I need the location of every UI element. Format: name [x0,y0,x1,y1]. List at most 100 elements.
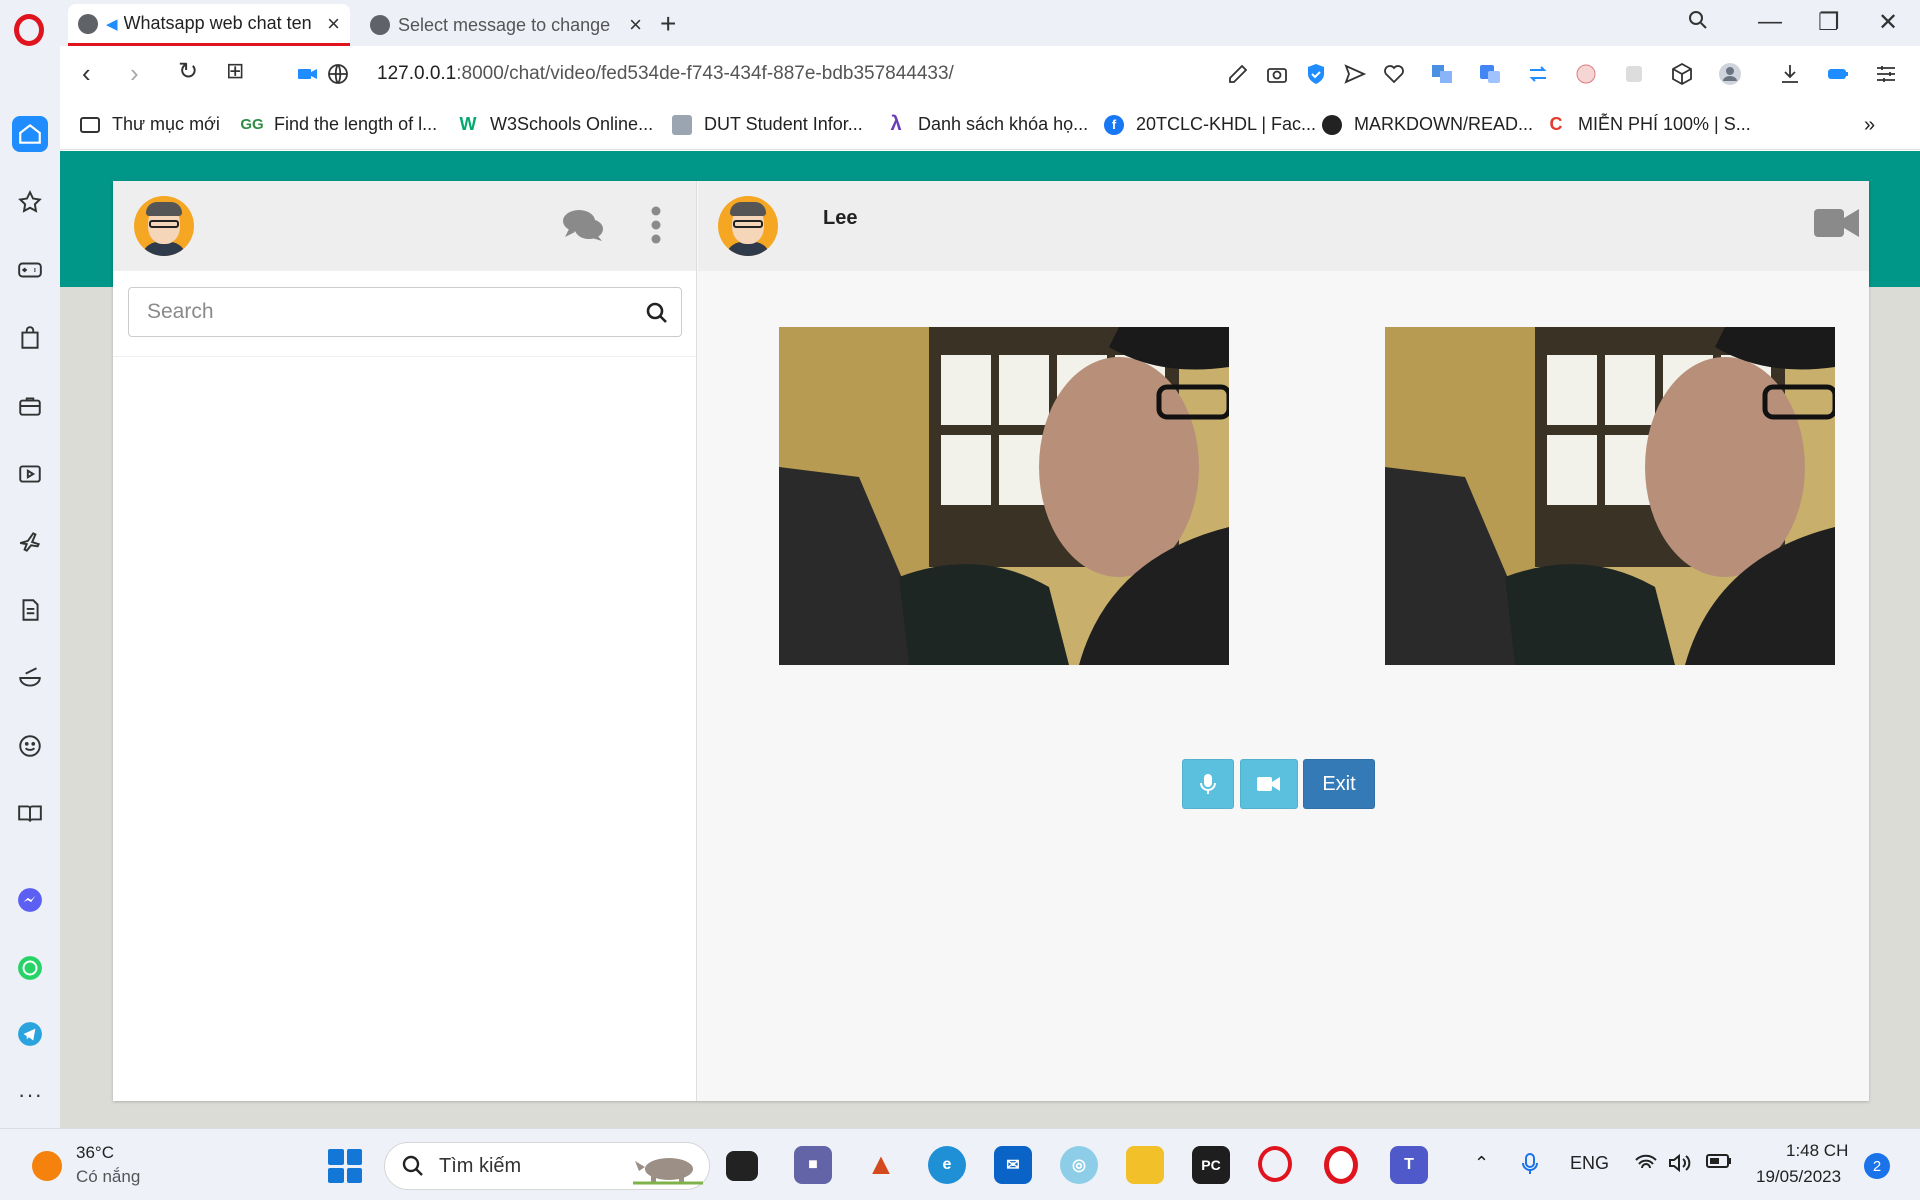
search-tabs-icon[interactable] [1686,8,1710,39]
forward-icon[interactable]: › [130,60,139,86]
url-field[interactable]: 127.0.0.1:8000/chat/video/fed534de-f743-… [377,63,954,85]
meet-icon[interactable]: ■ [794,1146,832,1184]
heart-icon[interactable] [1382,62,1406,86]
search-icon[interactable] [645,301,669,325]
back-icon[interactable]: ‹ [82,60,91,86]
clock-time[interactable]: 1:48 CH [1786,1141,1848,1161]
close-tab-icon[interactable]: × [629,12,642,38]
user-avatar[interactable] [134,196,194,256]
search-input[interactable] [147,300,627,324]
mic-tray-icon[interactable] [1522,1153,1538,1180]
google-translate-icon[interactable] [1478,62,1502,86]
extension-grey-icon[interactable] [1622,62,1646,86]
star-icon[interactable] [12,184,48,220]
shopping-bag-icon[interactable] [12,320,48,356]
contact-avatar[interactable] [718,196,778,256]
pycharm-icon[interactable]: PC [1192,1146,1230,1184]
close-tab-icon[interactable]: × [327,11,340,37]
bookmark-c[interactable]: C MIỄN PHÍ 100% | S... [1546,114,1751,135]
microphone-icon [1200,774,1216,794]
smiley-icon[interactable] [12,728,48,764]
home-icon[interactable] [12,116,48,152]
start-icon[interactable] [328,1149,362,1183]
search-icon [402,1155,423,1176]
taskbar-search-label: Tìm kiếm [439,1155,522,1177]
bookmark-facebook[interactable]: f 20TCLC-KHDL | Fac... [1104,114,1316,135]
snapshot-icon[interactable] [1265,62,1289,86]
chat-header: Lee [698,181,1869,271]
site-info-icon[interactable] [326,62,350,86]
camera-in-use-icon[interactable] [296,62,320,86]
minimize-icon[interactable]: — [1758,8,1782,36]
bookmark-course[interactable]: λ Danh sách khóa họ... [886,113,1088,135]
whatsapp-icon[interactable] [12,950,48,986]
matlab-icon[interactable]: ▲ [862,1146,900,1184]
bookmark-w3schools[interactable]: W W3Schools Online... [458,114,654,135]
tab-whatsapp[interactable]: ◀ Whatsapp web chat ten × [68,4,350,46]
battery-icon[interactable] [1706,1153,1732,1174]
edit-icon[interactable] [1226,62,1250,86]
bookmark-label: Find the length of l... [274,114,438,134]
bookmark-dut[interactable]: DUT Student Infor... [672,114,863,135]
reload-icon[interactable]: ↻ [178,60,198,84]
teams-icon[interactable]: T [1390,1146,1428,1184]
clock-date[interactable]: 19/05/2023 [1756,1167,1841,1187]
chat-bubbles-icon[interactable] [561,207,605,248]
book-icon[interactable] [12,796,48,832]
speaker-icon[interactable]: ◀ [106,15,118,33]
easy-setup-icon[interactable] [1874,62,1898,86]
telegram-icon[interactable] [12,1016,48,1052]
notification-badge[interactable]: 2 [1864,1153,1890,1179]
file-explorer-icon[interactable] [1126,1146,1164,1184]
bookmark-label: MARKDOWN/READ... [1354,114,1534,134]
extension-red-icon[interactable] [1574,62,1598,86]
taskbar-search[interactable]: Tìm kiếm [384,1142,710,1190]
mail-icon[interactable]: ✉ [994,1146,1032,1184]
camera-feed [779,327,1229,665]
bookmark-github[interactable]: MARKDOWN/READ... [1322,114,1533,135]
food-bowl-icon[interactable] [12,660,48,696]
messenger-icon[interactable] [12,882,48,918]
notes-icon[interactable] [12,592,48,628]
video-call-icon[interactable] [1814,207,1860,244]
opera-logo-icon[interactable] [14,14,44,46]
cube-icon[interactable] [1670,62,1694,86]
gamepad-icon[interactable] [12,252,48,288]
close-window-icon[interactable]: ✕ [1878,8,1898,37]
briefcase-icon[interactable] [12,388,48,424]
tray-expand-icon[interactable]: ⌃ [1474,1153,1489,1174]
tabs-grid-icon[interactable]: ⊞ [226,60,244,82]
mute-mic-button[interactable] [1182,759,1234,809]
profile-icon[interactable] [1718,62,1742,86]
language-indicator[interactable]: ENG [1570,1153,1609,1174]
new-tab-icon[interactable]: + [660,8,676,40]
more-icon[interactable]: ··· [18,1082,43,1108]
shield-icon[interactable] [1304,62,1328,86]
sync-icon[interactable] [1526,62,1550,86]
opera-icon[interactable] [1324,1146,1358,1184]
more-bookmarks-icon[interactable]: » [1864,114,1875,137]
battery-saver-icon[interactable] [1826,62,1850,86]
tab-admin[interactable]: Select message to change × [360,4,652,46]
opera-sidebar: ··· [0,0,60,1128]
menu-dots-icon[interactable] [650,205,662,250]
opera-gx-icon[interactable] [1258,1146,1292,1182]
bookmark-folder[interactable]: Thư mục mới [80,114,220,135]
edge-icon[interactable]: e [928,1146,966,1184]
task-view-icon[interactable] [726,1151,758,1181]
video-player-icon[interactable] [12,456,48,492]
download-icon[interactable] [1778,62,1802,86]
bookmark-label: MIỄN PHÍ 100% | S... [1578,114,1751,134]
bookmark-gfg[interactable]: GG Find the length of l... [240,114,438,135]
weather-sun-icon[interactable] [32,1151,62,1181]
toggle-camera-button[interactable] [1240,759,1298,809]
gfg-icon: GG [240,116,264,133]
restore-icon[interactable]: ❐ [1818,8,1840,37]
assistant-icon[interactable]: ◎ [1060,1146,1098,1184]
wifi-icon[interactable] [1634,1153,1658,1178]
exit-call-button[interactable]: Exit [1303,759,1375,809]
airplane-icon[interactable] [12,524,48,560]
volume-icon[interactable] [1668,1153,1692,1178]
translate-icon[interactable] [1430,62,1454,86]
send-icon[interactable] [1343,62,1367,86]
